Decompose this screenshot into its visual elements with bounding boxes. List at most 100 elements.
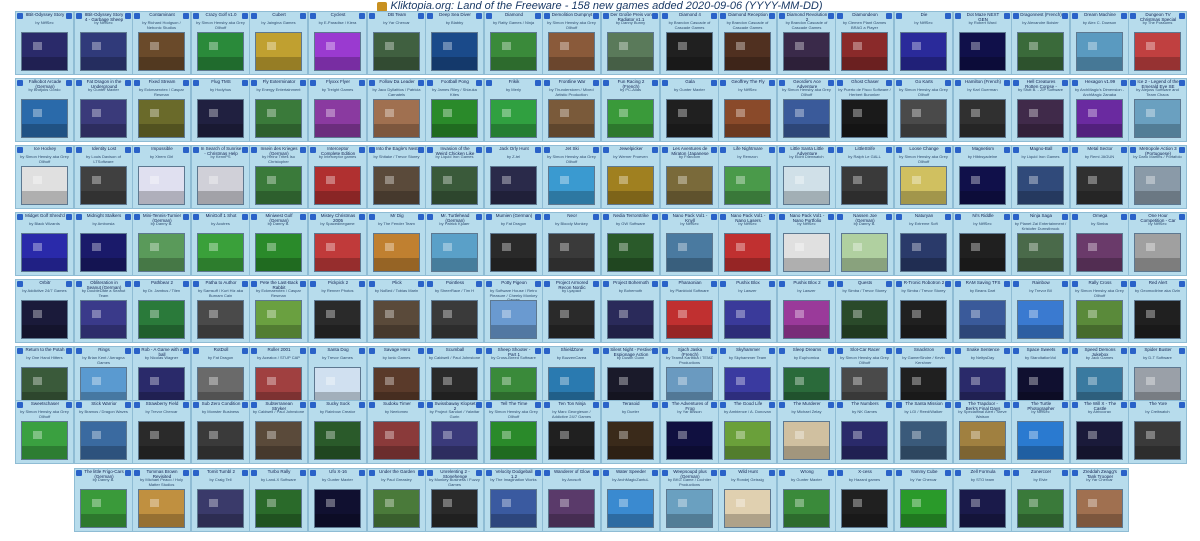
download-icon[interactable]: [310, 281, 316, 287]
game-screenshot[interactable]: [314, 421, 361, 460]
download-icon[interactable]: [1013, 214, 1019, 220]
game-title[interactable]: Under the Garden: [376, 469, 418, 474]
game-card[interactable]: Under the Garden by Paul Greasley: [367, 468, 426, 532]
info-icon[interactable]: [300, 147, 306, 153]
download-icon[interactable]: [193, 214, 199, 220]
game-screenshot[interactable]: [1017, 166, 1064, 205]
download-icon[interactable]: [662, 281, 668, 287]
game-title[interactable]: Ninja Saga: [1020, 213, 1062, 218]
info-icon[interactable]: [66, 402, 72, 408]
game-card[interactable]: Pickpick 2 by Renner Photos: [308, 279, 367, 343]
info-icon[interactable]: [828, 402, 834, 408]
game-screenshot[interactable]: [138, 489, 185, 528]
game-card[interactable]: Sudoku Timer by Neelomec: [367, 400, 426, 464]
download-icon[interactable]: [896, 470, 902, 476]
game-screenshot[interactable]: [959, 99, 1006, 138]
info-icon[interactable]: [1121, 470, 1127, 476]
download-icon[interactable]: [1130, 348, 1136, 354]
info-icon[interactable]: [593, 281, 599, 287]
info-icon[interactable]: [535, 470, 541, 476]
info-icon[interactable]: [711, 214, 717, 220]
game-title[interactable]: X-cess: [844, 469, 886, 474]
download-icon[interactable]: [251, 348, 257, 354]
info-icon[interactable]: [359, 80, 365, 86]
download-icon[interactable]: [427, 402, 433, 408]
game-screenshot[interactable]: [1017, 233, 1064, 272]
game-screenshot[interactable]: [783, 421, 830, 460]
download-icon[interactable]: [662, 147, 668, 153]
download-icon[interactable]: [17, 214, 23, 220]
game-title[interactable]: Space Sweets: [1020, 347, 1062, 352]
game-card[interactable]: Impossible by Xtrem Girl: [132, 145, 191, 209]
game-card[interactable]: RAM Saving TFS by Beans Dart: [953, 279, 1012, 343]
game-screenshot[interactable]: [138, 233, 185, 272]
download-icon[interactable]: [1130, 402, 1136, 408]
game-screenshot[interactable]: [1076, 300, 1123, 339]
download-icon[interactable]: [662, 214, 668, 220]
game-card[interactable]: Ice Hockey by Simon Hensby aka Grey Ollho…: [15, 145, 74, 209]
download-icon[interactable]: [369, 348, 375, 354]
download-icon[interactable]: [1013, 470, 1019, 476]
info-icon[interactable]: [945, 13, 951, 19]
game-card[interactable]: Mistey Christmas 2005 by Spacedinegame: [308, 212, 367, 276]
info-icon[interactable]: [300, 80, 306, 86]
info-icon[interactable]: [359, 348, 365, 354]
game-card[interactable]: Flyxxx Flyer by Treight Games: [308, 78, 367, 142]
game-screenshot[interactable]: [548, 166, 595, 205]
download-icon[interactable]: [76, 348, 82, 354]
game-screenshot[interactable]: [841, 99, 888, 138]
game-screenshot[interactable]: [314, 233, 361, 272]
game-card[interactable]: Dream Machine by Alex C. Dowson: [1070, 11, 1129, 75]
game-screenshot[interactable]: [959, 421, 1006, 460]
info-icon[interactable]: [300, 470, 306, 476]
game-screenshot[interactable]: [724, 99, 771, 138]
info-icon[interactable]: [886, 348, 892, 354]
game-card[interactable]: Midnight Stalkers by Amborsia: [74, 212, 133, 276]
download-icon[interactable]: [1130, 80, 1136, 86]
download-icon[interactable]: [779, 402, 785, 408]
game-card[interactable]: Swissbaway Klopset 2 by Project Sanduri /…: [425, 400, 484, 464]
download-icon[interactable]: [837, 80, 843, 86]
game-screenshot[interactable]: [724, 166, 771, 205]
info-icon[interactable]: [593, 80, 599, 86]
game-screenshot[interactable]: [197, 489, 244, 528]
game-card[interactable]: Diamond Revolution 2 by Brandon Cascade o…: [777, 11, 836, 75]
game-title[interactable]: Diamondeon: [844, 12, 886, 17]
game-title[interactable]: Scumball: [434, 347, 476, 352]
info-icon[interactable]: [359, 13, 365, 19]
game-title[interactable]: Metal Sector: [1079, 146, 1121, 151]
game-title[interactable]: Sucky Sock: [317, 401, 359, 406]
game-card[interactable]: 8Bit-Odyssey Story 4 - Garbage Sheep by N…: [74, 11, 133, 75]
game-title[interactable]: Turbo Rally: [258, 469, 300, 474]
game-screenshot[interactable]: [373, 166, 420, 205]
download-icon[interactable]: [76, 80, 82, 86]
download-icon[interactable]: [17, 281, 23, 287]
game-card[interactable]: Football Pong by James Riley / Shizuka Ki…: [425, 78, 484, 142]
game-screenshot[interactable]: [607, 300, 654, 339]
game-card[interactable]: Fun Racing 2 (French) by PC-Allas: [601, 78, 660, 142]
game-card[interactable]: Wild Hunt by Rondej Geissig: [718, 468, 777, 532]
game-card[interactable]: Mini-Tennis-Turnier (German) by Danny B.: [132, 212, 191, 276]
game-card[interactable]: MiniGolf 1 Shot by Acutres: [191, 212, 250, 276]
download-icon[interactable]: [486, 13, 492, 19]
game-title[interactable]: Water Speeder: [610, 469, 652, 474]
game-card[interactable]: Wanderer of Glow by Anosoft: [542, 468, 601, 532]
download-icon[interactable]: [1072, 13, 1078, 19]
game-card[interactable]: DB Team by Yar Chercar: [367, 11, 426, 75]
game-card[interactable]: Dungeon TV Christmas Special by The Possu…: [1128, 11, 1187, 75]
info-icon[interactable]: [476, 348, 482, 354]
download-icon[interactable]: [134, 80, 140, 86]
download-icon[interactable]: [251, 80, 257, 86]
download-icon[interactable]: [955, 470, 961, 476]
game-card[interactable]: Hamilton (French) by Karl Guerman: [953, 78, 1012, 142]
info-icon[interactable]: [183, 402, 189, 408]
info-icon[interactable]: [242, 214, 248, 220]
game-card[interactable]: Gala by Gunter Maxter: [660, 78, 719, 142]
game-title[interactable]: Yammy Cube: [903, 469, 945, 474]
game-title[interactable]: Midget Golf Shred'd: [24, 213, 66, 218]
info-icon[interactable]: [886, 13, 892, 19]
download-icon[interactable]: [310, 13, 316, 19]
game-title[interactable]: Diamond: [493, 12, 535, 17]
info-icon[interactable]: [593, 147, 599, 153]
download-icon[interactable]: [1013, 147, 1019, 153]
